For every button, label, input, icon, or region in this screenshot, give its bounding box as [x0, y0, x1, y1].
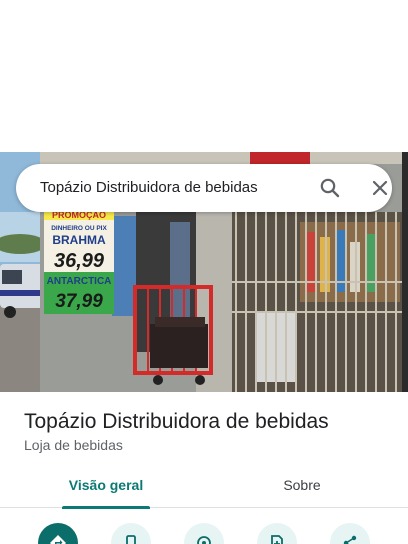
phone-icon: [126, 535, 136, 544]
sign-price-2: 37,99: [55, 291, 103, 312]
active-tab-indicator: [62, 506, 150, 509]
place-title: Topázio Distribuidora de bebidas: [24, 410, 329, 433]
sign-brand-2: ANTARCTICA: [47, 276, 112, 287]
call-button[interactable]: [111, 523, 151, 544]
sign-brand-1: BRAHMA: [52, 233, 106, 247]
share-button[interactable]: [330, 523, 370, 544]
tab-about[interactable]: Sobre: [244, 466, 360, 508]
tab-overview-label: Visão geral: [68, 477, 144, 493]
nearby-button[interactable]: [184, 523, 224, 544]
nearby-icon: [197, 536, 211, 544]
directions-icon: [50, 535, 66, 544]
save-icon: [271, 535, 283, 544]
tab-bar: Visão geral Sobre: [0, 466, 408, 509]
sign-price-1: 36,99: [54, 250, 105, 272]
directions-button[interactable]: [38, 523, 78, 544]
search-icon[interactable]: [318, 176, 342, 200]
share-icon: [343, 535, 357, 544]
place-category: Loja de bebidas: [24, 437, 123, 453]
action-buttons-row: [0, 520, 408, 544]
sign-payment-text: DINHEIRO OU PIX: [51, 225, 107, 232]
tab-overview[interactable]: Visão geral: [48, 466, 164, 509]
tab-about-label: Sobre: [283, 477, 321, 493]
close-icon[interactable]: [368, 176, 392, 200]
search-bar[interactable]: Topázio Distribuidora de bebidas: [16, 164, 392, 212]
save-button[interactable]: [257, 523, 297, 544]
search-input[interactable]: Topázio Distribuidora de bebidas: [40, 164, 258, 212]
top-blank-area: [0, 0, 408, 152]
